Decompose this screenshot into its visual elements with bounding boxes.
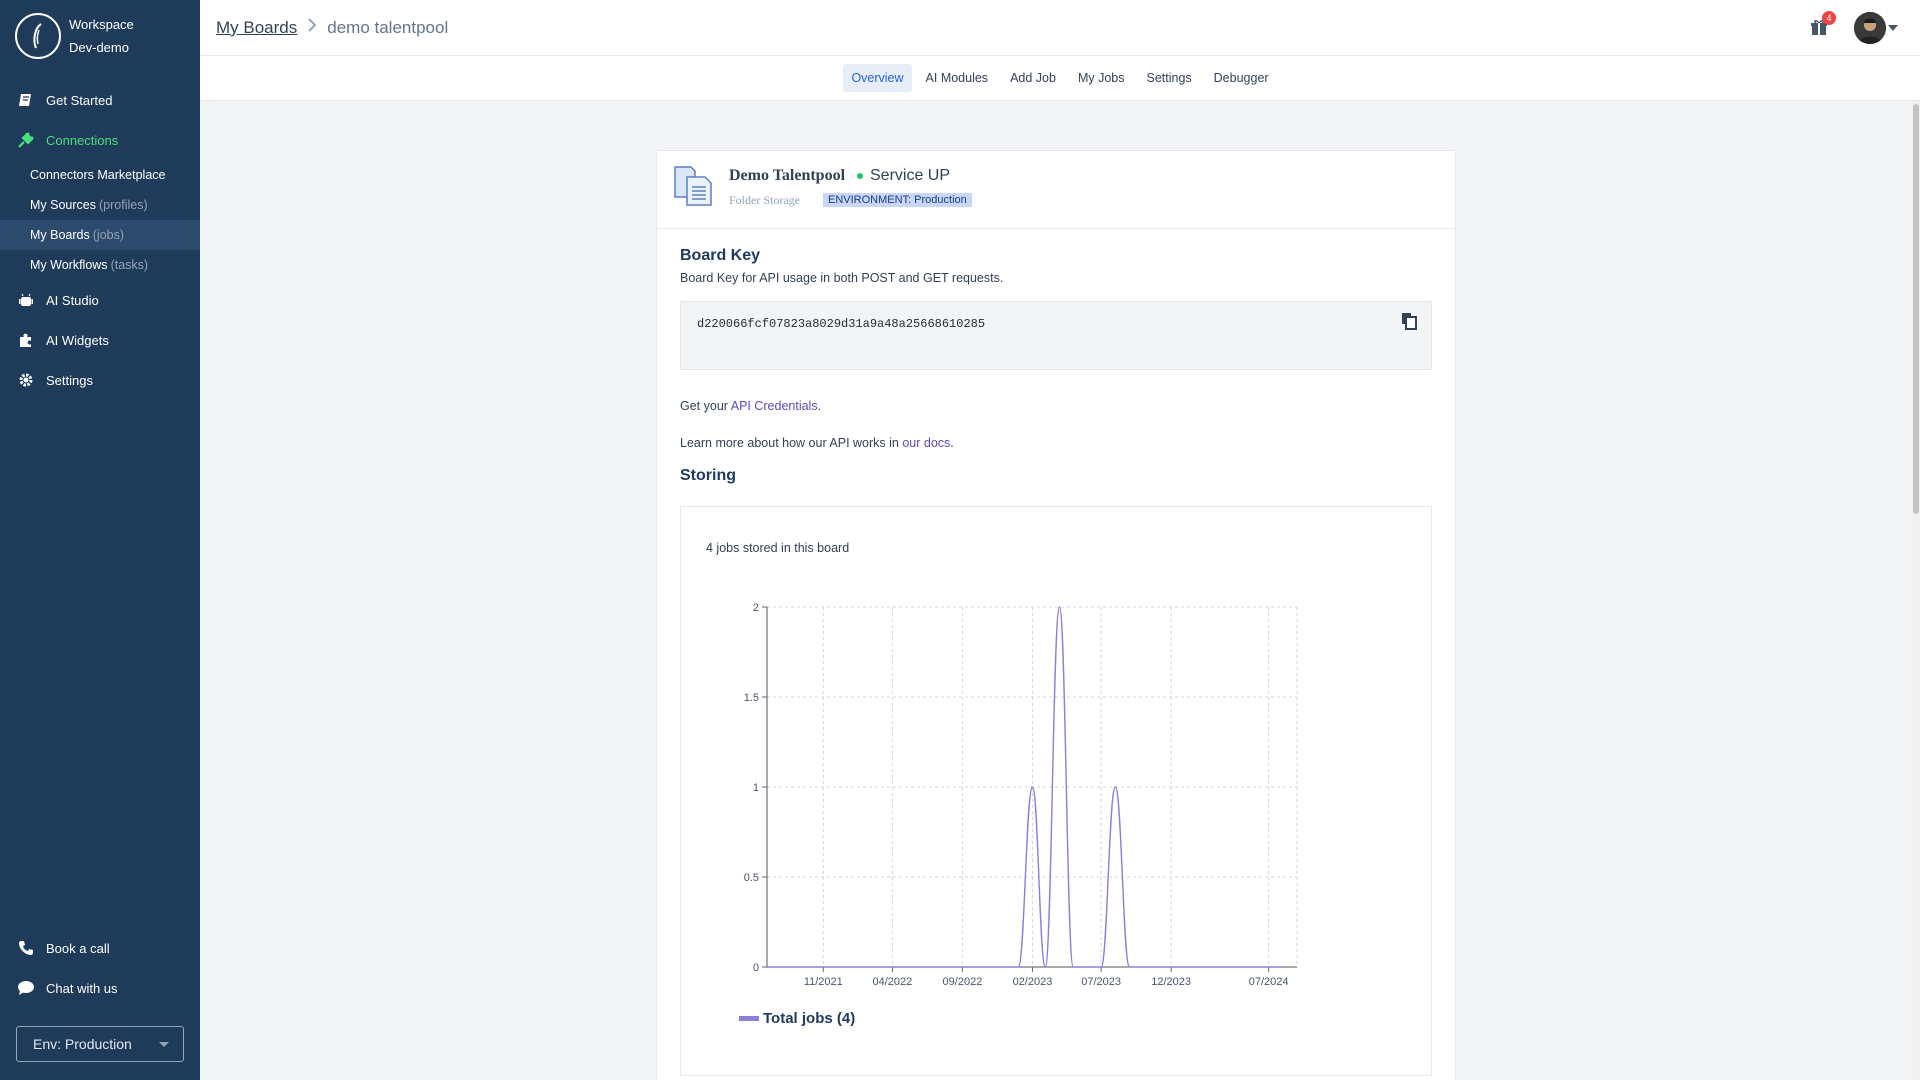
tab-ai-modules[interactable]: AI Modules — [918, 64, 997, 92]
x-tick-label: 02/2023 — [1013, 976, 1053, 988]
x-tick-label: 04/2022 — [873, 976, 913, 988]
sub-item-label: Connectors Marketplace — [30, 168, 166, 182]
credentials-prefix: Get your — [680, 399, 731, 413]
legend-label: Total jobs (4) — [763, 1010, 855, 1027]
docs-prefix: Learn more about how our API works in — [680, 436, 903, 450]
folder-storage-icon — [673, 165, 713, 207]
nav-connections-label: Connections — [46, 132, 119, 148]
breadcrumb-current: demo talentpool — [327, 17, 449, 37]
gift-icon[interactable]: 4 — [1810, 11, 1836, 38]
avatar-menu-caret-icon[interactable] — [1888, 25, 1898, 31]
page-scrollbar-thumb[interactable] — [1913, 104, 1919, 514]
sub-item-label: My Sources — [30, 198, 96, 212]
service-status-label: Service UP — [870, 167, 951, 184]
nav-ai-studio[interactable]: AI Studio — [0, 280, 200, 320]
status-dot-icon — [857, 173, 863, 179]
gear-icon — [16, 370, 36, 390]
chevron-right-icon — [307, 18, 317, 37]
tab-overview[interactable]: Overview — [843, 64, 912, 92]
chat-link[interactable]: Chat with us — [0, 968, 200, 1008]
sidebar-item-my-workflows[interactable]: My Workflows (tasks) — [0, 250, 200, 280]
tab-settings[interactable]: Settings — [1138, 64, 1199, 92]
legend-swatch — [739, 1016, 759, 1021]
y-tick-label: 1.5 — [744, 692, 759, 704]
storage-type: Folder Storage — [729, 193, 800, 207]
service-status: Service UP — [857, 167, 950, 185]
nav-ai-studio-label: AI Studio — [46, 292, 99, 308]
sub-item-hint: (tasks) — [110, 258, 149, 272]
tab-add-job[interactable]: Add Job — [1002, 64, 1064, 92]
y-tick-label: 0.5 — [744, 872, 759, 884]
nav-settings[interactable]: Settings — [0, 360, 200, 400]
board-overview-card: Demo Talentpool Service UP Folder Storag… — [656, 150, 1456, 1080]
board-name: Demo Talentpool — [729, 167, 846, 184]
environment-select[interactable]: Env: Production — [16, 1026, 184, 1062]
phone-icon — [16, 938, 36, 958]
jobs-line-chart: 0 0.5 1 1.5 2 11/2021 04/2022 09/2022 02/2023 07/… — [739, 602, 1298, 1027]
chat-icon — [16, 978, 36, 998]
board-key-value[interactable]: d220066fcf07823a8029d31a9a48a25668610285 — [697, 317, 985, 331]
caret-down-icon — [159, 1041, 169, 1047]
book-call-link[interactable]: Book a call — [0, 928, 200, 968]
docs-suffix: . — [950, 436, 954, 450]
board-key-title: Board Key — [680, 247, 761, 264]
sidebar-item-my-sources[interactable]: My Sources (profiles) — [0, 190, 200, 220]
credentials-suffix: . — [817, 399, 822, 413]
nav-ai-widgets-label: AI Widgets — [46, 332, 109, 348]
breadcrumb-my-boards[interactable]: My Boards — [216, 18, 297, 38]
board-tabs: Overview AI Modules Add Job My Jobs Sett… — [200, 56, 1920, 101]
workspace-name: Dev-demo — [69, 40, 129, 55]
y-tick-label: 0 — [753, 962, 759, 974]
x-tick-label: 11/2021 — [804, 976, 843, 988]
nav-ai-widgets[interactable]: AI Widgets — [0, 320, 200, 360]
y-tick-label: 2 — [753, 602, 759, 614]
book-call-label: Book a call — [46, 940, 110, 956]
tab-debugger[interactable]: Debugger — [1206, 64, 1277, 92]
storing-title: Storing — [680, 467, 736, 484]
docs-line: Learn more about how our API works in ou… — [680, 436, 954, 450]
top-header: My Boards demo talentpool 4 — [200, 0, 1920, 56]
nav-settings-label: Settings — [46, 372, 93, 388]
board-key-description: Board Key for API usage in both POST and… — [680, 271, 1004, 285]
nav-get-started-label: Get Started — [46, 92, 113, 108]
x-tick-label: 12/2023 — [1151, 976, 1191, 988]
sub-item-label: My Boards — [30, 228, 90, 242]
board-header: Demo Talentpool Service UP Folder Storag… — [657, 151, 1455, 229]
workspace-switcher[interactable]: Workspace Dev-demo — [0, 0, 200, 72]
x-tick-label: 07/2024 — [1249, 976, 1289, 988]
nav-get-started[interactable]: Get Started — [0, 80, 200, 120]
api-credentials-link[interactable]: API Credentials — [731, 399, 818, 413]
sidebar: Workspace Dev-demo Get Started Connectio… — [0, 0, 200, 1080]
storing-chart-panel: 4 jobs stored in this board 0 0.5 1 1.5 2 11/… — [680, 506, 1432, 1076]
copy-icon[interactable] — [1401, 312, 1417, 330]
workspace-label: Workspace — [69, 17, 134, 32]
environment-select-value: Env: Production — [33, 1036, 132, 1052]
board-key-box: d220066fcf07823a8029d31a9a48a25668610285 — [680, 301, 1432, 370]
puzzle-icon — [16, 330, 36, 350]
chat-label: Chat with us — [46, 980, 118, 996]
x-tick-label: 09/2022 — [943, 976, 983, 988]
y-tick-label: 1 — [753, 782, 759, 794]
plug-icon — [16, 130, 36, 150]
sub-item-hint: (profiles) — [99, 198, 148, 212]
docs-link[interactable]: our docs — [902, 436, 950, 450]
sidebar-item-connectors-marketplace[interactable]: Connectors Marketplace — [0, 160, 200, 190]
tab-my-jobs[interactable]: My Jobs — [1070, 64, 1133, 92]
credentials-line: Get your API Credentials. — [680, 399, 821, 413]
robot-icon — [16, 290, 36, 310]
x-tick-label: 07/2023 — [1081, 976, 1121, 988]
nav-connections[interactable]: Connections — [0, 120, 200, 160]
sub-item-hint: (jobs) — [92, 228, 125, 242]
sidebar-item-my-boards[interactable]: My Boards (jobs) — [0, 220, 200, 250]
book-icon — [16, 90, 36, 110]
notification-badge: 4 — [1822, 11, 1836, 25]
environment-badge: ENVIRONMENT: Production — [823, 193, 972, 207]
avatar[interactable] — [1854, 12, 1886, 44]
sub-item-label: My Workflows — [30, 258, 108, 272]
workspace-logo-icon — [15, 13, 61, 59]
